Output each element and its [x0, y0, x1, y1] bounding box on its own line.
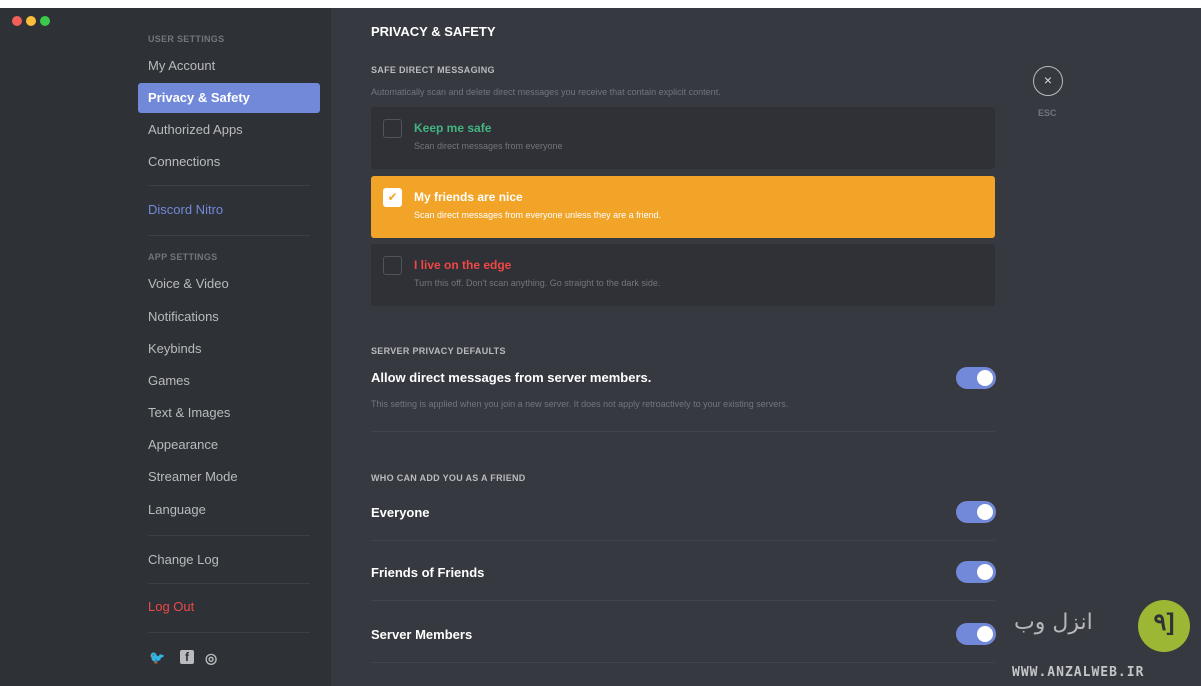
- toggle-knob: [977, 564, 993, 580]
- checkbox-icon[interactable]: [383, 119, 402, 138]
- sidebar-item-keybinds[interactable]: Keybinds: [138, 334, 320, 364]
- row-divider: [371, 662, 995, 663]
- sidebar-item-change-log[interactable]: Change Log: [138, 545, 320, 575]
- row-divider: [371, 600, 995, 601]
- checkmark-icon[interactable]: ✔: [383, 188, 402, 207]
- toggle-knob: [977, 504, 993, 520]
- sidebar-divider: [148, 185, 310, 186]
- option-description: Turn this off. Don't scan anything. Go s…: [414, 278, 661, 288]
- server-privacy-header: SERVER PRIVACY DEFAULTS: [371, 346, 506, 356]
- sidebar-item-authorized-apps[interactable]: Authorized Apps: [138, 115, 320, 145]
- sidebar-item-connections[interactable]: Connections: [138, 147, 320, 177]
- option-keep-me-safe[interactable]: Keep me safe Scan direct messages from e…: [371, 107, 995, 169]
- close-window-icon[interactable]: [12, 16, 22, 26]
- facebook-icon[interactable]: f: [180, 650, 194, 664]
- friend-request-header: WHO CAN ADD YOU AS A FRIEND: [371, 473, 526, 483]
- option-label: I live on the edge: [414, 258, 512, 272]
- option-i-live-on-the-edge[interactable]: I live on the edge Turn this off. Don't …: [371, 244, 995, 306]
- watermark-logo: ٩]: [1138, 600, 1190, 652]
- discord-settings-window: USER SETTINGS My Account Privacy & Safet…: [0, 0, 1201, 686]
- section-divider: [371, 431, 995, 432]
- watermark-arabic-text: انزل وب: [1014, 610, 1093, 635]
- sidebar-item-privacy-safety[interactable]: Privacy & Safety: [138, 83, 320, 113]
- toggle-knob: [977, 626, 993, 642]
- user-settings-header: USER SETTINGS: [148, 34, 225, 44]
- twitter-icon[interactable]: 🐦: [149, 650, 165, 666]
- option-my-friends-are-nice[interactable]: ✔ My friends are nice Scan direct messag…: [371, 176, 995, 238]
- allow-dm-label: Allow direct messages from server member…: [371, 370, 652, 385]
- friend-server-members-label: Server Members: [371, 627, 473, 642]
- sidebar-item-log-out[interactable]: Log Out: [138, 592, 320, 622]
- sidebar-item-language[interactable]: Language: [138, 495, 320, 525]
- friend-everyone-toggle[interactable]: [956, 501, 996, 523]
- sidebar-item-streamer-mode[interactable]: Streamer Mode: [138, 462, 320, 492]
- sidebar-item-discord-nitro[interactable]: Discord Nitro: [138, 195, 320, 225]
- sidebar-item-voice-video[interactable]: Voice & Video: [138, 269, 320, 299]
- watermark-url: WWW.ANZALWEB.IR: [1012, 665, 1145, 680]
- sidebar-item-my-account[interactable]: My Account: [138, 51, 320, 81]
- close-icon[interactable]: ×: [1033, 66, 1063, 96]
- sidebar-item-appearance[interactable]: Appearance: [138, 430, 320, 460]
- sidebar-item-text-images[interactable]: Text & Images: [138, 398, 320, 428]
- instagram-icon[interactable]: ◎: [205, 650, 217, 667]
- sidebar-divider: [148, 632, 310, 633]
- page-title: PRIVACY & SAFETY: [371, 24, 496, 39]
- friend-friends-of-friends-toggle[interactable]: [956, 561, 996, 583]
- option-label: Keep me safe: [414, 121, 492, 135]
- allow-dm-toggle[interactable]: [956, 367, 996, 389]
- option-description: Scan direct messages from everyone: [414, 141, 563, 151]
- esc-label: ESC: [1038, 108, 1057, 118]
- option-description: Scan direct messages from everyone unles…: [414, 210, 662, 220]
- minimize-window-icon[interactable]: [26, 16, 36, 26]
- sidebar-divider: [148, 535, 310, 536]
- maximize-window-icon[interactable]: [40, 16, 50, 26]
- checkbox-icon[interactable]: [383, 256, 402, 275]
- option-label: My friends are nice: [414, 190, 523, 204]
- friend-friends-of-friends-label: Friends of Friends: [371, 565, 485, 580]
- allow-dm-description: This setting is applied when you join a …: [371, 399, 789, 409]
- safe-dm-description: Automatically scan and delete direct mes…: [371, 87, 721, 97]
- friend-everyone-label: Everyone: [371, 505, 430, 520]
- row-divider: [371, 540, 995, 541]
- friend-server-members-toggle[interactable]: [956, 623, 996, 645]
- sidebar-divider: [148, 235, 310, 236]
- safe-dm-header: SAFE DIRECT MESSAGING: [371, 65, 495, 75]
- app-settings-header: APP SETTINGS: [148, 252, 218, 262]
- sidebar-item-notifications[interactable]: Notifications: [138, 302, 320, 332]
- toggle-knob: [977, 370, 993, 386]
- sidebar-divider: [148, 583, 310, 584]
- sidebar-item-games[interactable]: Games: [138, 366, 320, 396]
- watermark-logo-text: ٩]: [1153, 609, 1175, 636]
